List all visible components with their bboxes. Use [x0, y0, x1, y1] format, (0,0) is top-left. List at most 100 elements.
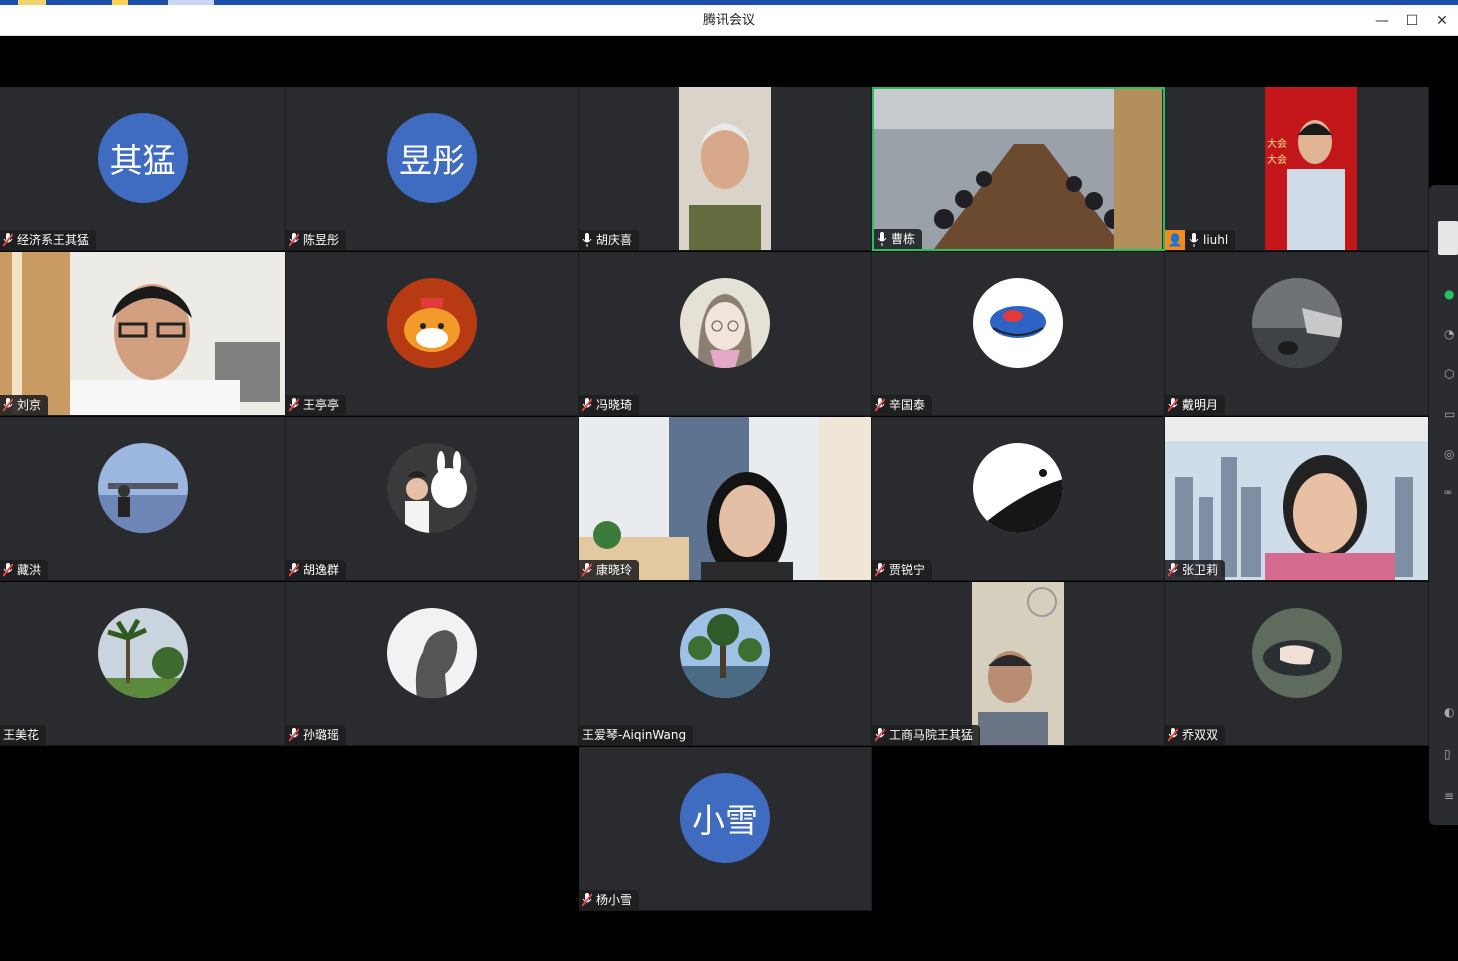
- participant-name: 王美花: [3, 728, 40, 742]
- participant-avatar: 昱彤: [387, 113, 477, 203]
- participant-tile[interactable]: 张卫莉: [1165, 417, 1429, 581]
- participant-name: 乔双双: [1182, 728, 1219, 742]
- participant-name: 辛国泰: [889, 398, 926, 412]
- microphone-icon[interactable]: [875, 563, 885, 577]
- participant-tile[interactable]: 王美花: [0, 582, 286, 746]
- participant-name: 杨小雪: [596, 893, 633, 907]
- participant-tile[interactable]: 冯晓琦: [579, 252, 872, 416]
- more-icon[interactable]: ≡: [1444, 789, 1458, 803]
- chat-icon[interactable]: ●: [1444, 287, 1458, 301]
- participant-label: 胡庆喜: [579, 230, 640, 250]
- svg-text:大会: 大会: [1267, 153, 1287, 166]
- microphone-icon[interactable]: [3, 398, 13, 412]
- side-toolbar: ● ◔ ⬡ ▭ ◎ ꟹ ◐ ▯ ≡: [1429, 185, 1458, 825]
- participant-tile[interactable]: 贾锐宁: [872, 417, 1165, 581]
- participant-tile[interactable]: 王亭亭: [286, 252, 579, 416]
- participant-name: 戴明月: [1182, 398, 1219, 412]
- participant-label: 王爱琴-AiqinWang: [579, 725, 694, 745]
- participant-tile[interactable]: 胡逸群: [286, 417, 579, 581]
- participant-label: 冯晓琦: [579, 395, 640, 415]
- participant-label: 辛国泰: [872, 395, 933, 415]
- participant-tile[interactable]: 乔双双: [1165, 582, 1429, 746]
- close-button[interactable]: ✕: [1427, 5, 1457, 36]
- record-icon[interactable]: ◐: [1444, 705, 1458, 719]
- participant-label: 杨小雪: [579, 890, 640, 910]
- participant-label: 贾锐宁: [872, 560, 933, 580]
- participant-avatar: 小雪: [680, 773, 770, 863]
- microphone-icon[interactable]: [582, 398, 592, 412]
- participant-video: [874, 89, 1162, 249]
- participant-grid: 其猛 经济系王其猛 昱彤 陈昱彤 胡庆喜 曹栋 大会 大会 👤 liuhl 刘京 王亭亭 冯晓琦 辛国泰戴…: [0, 87, 1458, 913]
- participant-label: 胡逸群: [286, 560, 347, 580]
- microphone-icon[interactable]: [582, 893, 592, 907]
- microphone-icon[interactable]: [877, 232, 887, 246]
- minimize-button[interactable]: —: [1367, 5, 1397, 36]
- note-icon[interactable]: ▯: [1444, 747, 1458, 761]
- participant-name: 陈昱彤: [303, 233, 340, 247]
- participant-tile[interactable]: 其猛 经济系王其猛: [0, 87, 286, 251]
- participant-tile[interactable]: 大会 大会 👤 liuhl: [1165, 87, 1429, 251]
- participant-video: [679, 87, 771, 250]
- microphone-icon[interactable]: [1168, 563, 1178, 577]
- microphone-icon[interactable]: [875, 728, 885, 742]
- participant-tile[interactable]: 曹栋: [872, 87, 1165, 251]
- participant-label: 陈昱彤: [286, 230, 347, 250]
- microphone-icon[interactable]: [1168, 398, 1178, 412]
- participant-label: 戴明月: [1165, 395, 1226, 415]
- microphone-icon[interactable]: [3, 233, 13, 247]
- participant-avatar: [97, 443, 188, 533]
- window-title: 腾讯会议: [702, 13, 755, 28]
- participant-tile[interactable]: 昱彤陈昱彤: [286, 87, 579, 251]
- participant-tile[interactable]: 孙璐瑶: [286, 582, 579, 746]
- microphone-icon[interactable]: [3, 563, 13, 577]
- participant-tile[interactable]: 胡庆喜: [579, 87, 872, 251]
- participant-avatar: [387, 278, 477, 368]
- participant-tile[interactable]: 康晓玲: [579, 417, 872, 581]
- microphone-icon[interactable]: [582, 233, 592, 247]
- participant-avatar: [973, 443, 1063, 533]
- title-bar: 腾讯会议 — ☐ ✕: [0, 5, 1458, 36]
- participant-label: 王亭亭: [286, 395, 347, 415]
- microphone-icon[interactable]: [289, 398, 299, 412]
- participant-video: [1165, 417, 1428, 580]
- participant-label: 乔双双: [1165, 725, 1226, 745]
- participant-label: 曹栋: [874, 229, 923, 249]
- participant-tile[interactable]: 小雪杨小雪: [579, 747, 872, 911]
- members-icon[interactable]: ◔: [1444, 327, 1458, 341]
- participant-tile[interactable]: 王爱琴-AiqinWang: [579, 582, 872, 746]
- participant-avatar: [680, 608, 770, 698]
- participant-name: 藏洪: [17, 563, 42, 577]
- participant-tile[interactable]: 辛国泰: [872, 252, 1165, 416]
- participant-tile[interactable]: 藏洪: [0, 417, 286, 581]
- microphone-icon[interactable]: [289, 728, 299, 742]
- svg-text:大会: 大会: [1267, 137, 1287, 150]
- participant-tile[interactable]: 刘京: [0, 252, 286, 416]
- participant-name: 贾锐宁: [889, 563, 926, 577]
- participant-avatar: [97, 608, 188, 698]
- shared-thumbnail[interactable]: [1438, 221, 1458, 255]
- settings-icon[interactable]: ◎: [1444, 447, 1458, 461]
- participant-label: 王美花: [0, 725, 47, 745]
- share-icon[interactable]: ꟹ: [1444, 487, 1458, 501]
- host-icon: 👤: [1165, 230, 1185, 250]
- participant-avatar: [387, 443, 477, 533]
- participant-label: 👤 liuhl: [1165, 230, 1236, 250]
- apps-icon[interactable]: ⬡: [1444, 367, 1458, 381]
- microphone-icon[interactable]: [875, 398, 885, 412]
- microphone-icon[interactable]: [289, 563, 299, 577]
- microphone-icon[interactable]: [289, 233, 299, 247]
- participant-label: 孙璐瑶: [286, 725, 347, 745]
- folder-icon[interactable]: ▭: [1444, 407, 1458, 421]
- participant-avatar: [680, 278, 770, 368]
- participant-video: [972, 582, 1064, 745]
- participant-label: 康晓玲: [579, 560, 640, 580]
- participant-tile[interactable]: 戴明月: [1165, 252, 1429, 416]
- participant-name: 经济系王其猛: [17, 233, 90, 247]
- microphone-icon[interactable]: [582, 563, 592, 577]
- participant-tile[interactable]: 工商马院王其猛: [872, 582, 1165, 746]
- microphone-icon[interactable]: [1189, 233, 1199, 247]
- participant-name: 康晓玲: [596, 563, 633, 577]
- participant-name: 王爱琴-AiqinWang: [582, 728, 687, 742]
- microphone-icon[interactable]: [1168, 728, 1178, 742]
- maximize-button[interactable]: ☐: [1397, 5, 1427, 36]
